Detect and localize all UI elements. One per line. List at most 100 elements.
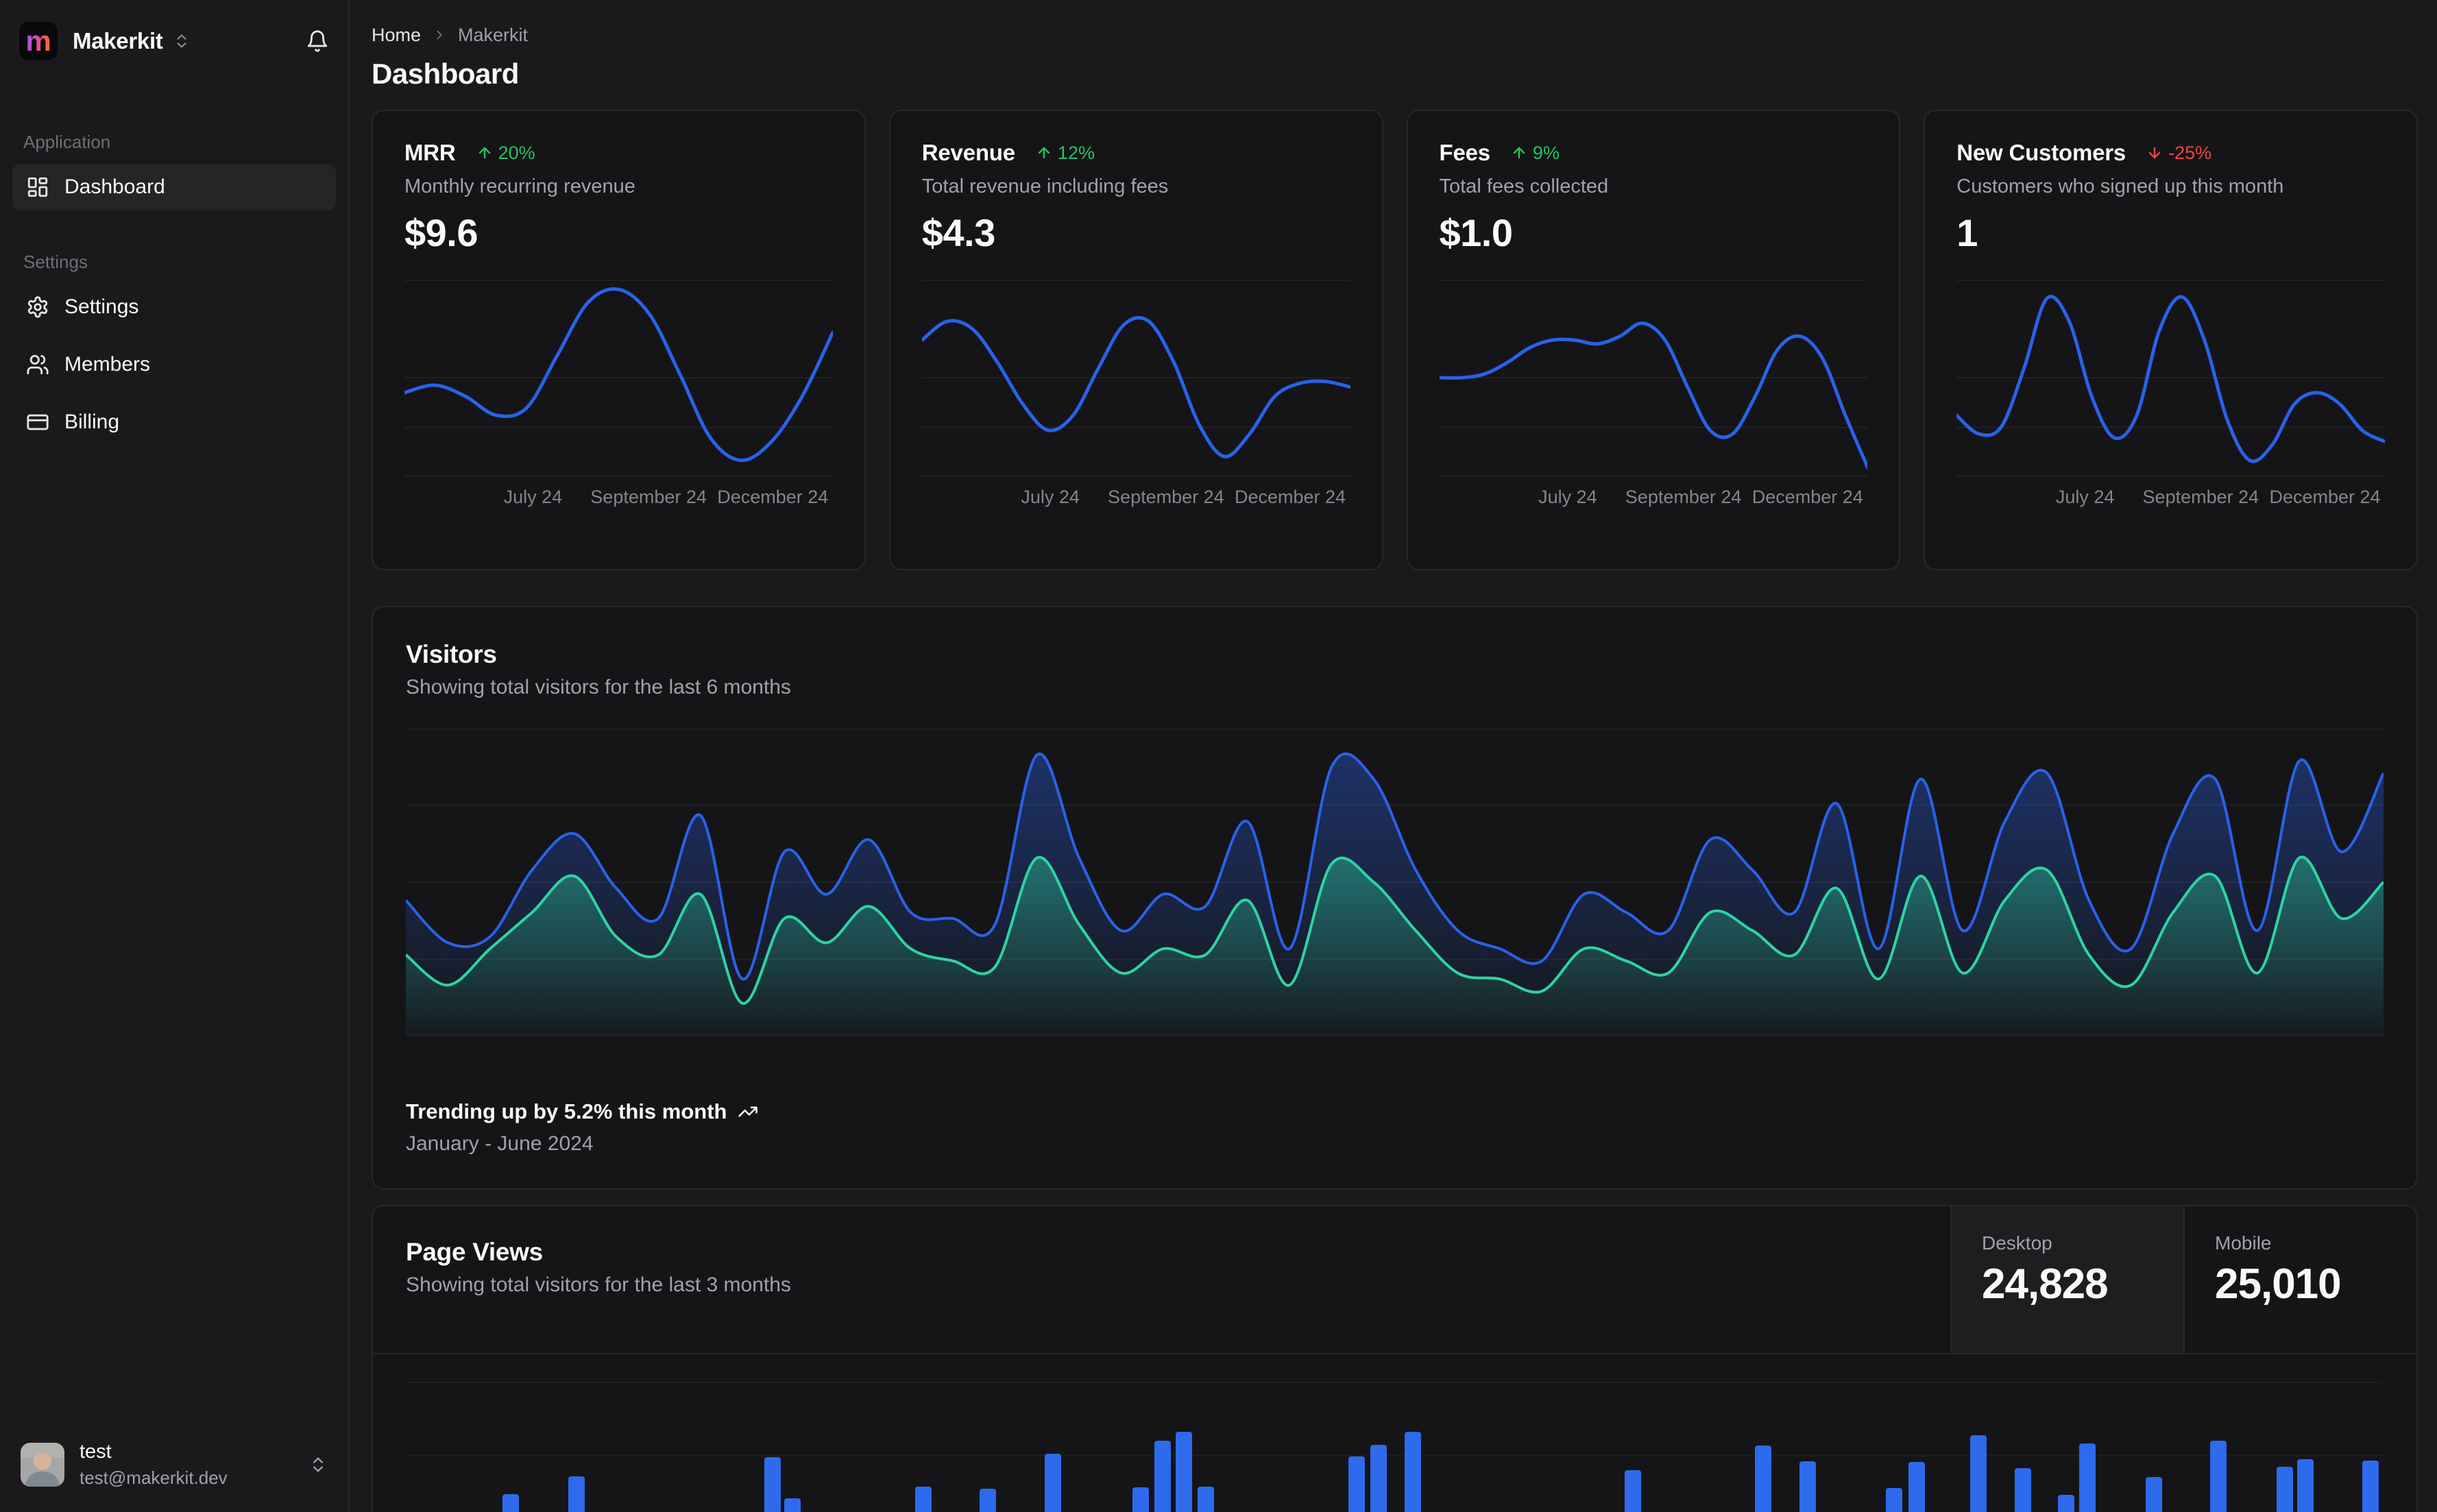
bar: [2210, 1441, 2227, 1512]
toggle-mobile[interactable]: Mobile 25,010: [2183, 1206, 2416, 1353]
trend-badge: 9%: [1511, 143, 1560, 164]
visitors-trend: Trending up by 5.2% this month: [406, 1099, 2384, 1124]
bar: [764, 1457, 781, 1512]
stat-description: Total revenue including fees: [921, 175, 1169, 197]
logo-letter: m: [25, 25, 51, 57]
stat-card-new-customers: New Customers -25% Customers who signed …: [1924, 110, 2418, 570]
visitors-period: January - June 2024: [406, 1132, 594, 1155]
new-customers-sparkline-chart: [1956, 279, 2385, 477]
stat-title: New Customers: [1956, 140, 2126, 165]
revenue-sparkline-chart: [921, 279, 1350, 477]
bar: [2058, 1495, 2074, 1512]
bar: [1154, 1441, 1171, 1512]
mrr-sparkline-chart: [404, 279, 833, 477]
visitors-area-chart: [406, 729, 2384, 1036]
gear-icon: [27, 296, 48, 318]
page-title: Dashboard: [372, 58, 519, 90]
x-axis-labels: July 24 September 24 December 24: [1021, 487, 1346, 507]
sidebar-item-settings[interactable]: Settings: [12, 284, 336, 330]
breadcrumb-current: Makerkit: [458, 24, 529, 45]
page-views-bar-chart: [407, 1354, 2382, 1512]
user-menu-trigger[interactable]: test test@makerkit.dev: [12, 1434, 336, 1496]
stat-value: 1: [1956, 211, 1978, 254]
page-views-header: Page Views Showing total visitors for th…: [373, 1206, 2416, 1354]
stat-cards-row: MRR 20% Monthly recurring revenue $9.6 J…: [372, 110, 2418, 570]
breadcrumb: Home Makerkit: [372, 23, 2418, 47]
sidebar: m Makerkit Application Dashboard Setting…: [0, 0, 350, 1512]
stat-description: Customers who signed up this month: [1956, 175, 2284, 197]
chevrons-up-down-icon: [308, 1455, 328, 1474]
stat-card-revenue: Revenue 12% Total revenue including fees…: [888, 110, 1383, 570]
stat-value: $4.3: [921, 211, 995, 254]
avatar: [21, 1443, 64, 1487]
stat-title: Revenue: [921, 140, 1015, 165]
bar: [1886, 1488, 1902, 1512]
visitors-card: Visitors Showing total visitors for the …: [372, 606, 2418, 1190]
bar: [1198, 1487, 1214, 1512]
bar: [1755, 1446, 1771, 1512]
toggle-value: 24,828: [1982, 1260, 2109, 1308]
toggle-desktop[interactable]: Desktop 24,828: [1950, 1206, 2183, 1353]
bar: [2146, 1477, 2162, 1512]
nav-group-settings: Settings: [23, 252, 88, 272]
trending-up-icon: [738, 1106, 758, 1117]
arrow-up-icon: [1038, 147, 1050, 159]
bar: [980, 1489, 996, 1512]
sidebar-item-members[interactable]: Members: [12, 341, 336, 388]
sidebar-item-billing[interactable]: Billing: [12, 399, 336, 446]
credit-card-icon: [27, 414, 49, 430]
visitors-title: Visitors: [406, 640, 497, 668]
breadcrumb-home-link[interactable]: Home: [372, 25, 421, 46]
page-views-subtitle: Showing total visitors for the last 3 mo…: [406, 1273, 791, 1296]
bar: [915, 1487, 932, 1512]
page-views-title: Page Views: [406, 1238, 543, 1266]
nav-group-application: Application: [23, 132, 111, 152]
bell-icon[interactable]: [306, 29, 329, 53]
trend-badge: 20%: [476, 143, 535, 164]
main-content: Home Makerkit Dashboard MRR 20% Monthly …: [350, 0, 2437, 1512]
arrow-down-icon: [2148, 147, 2161, 159]
bar: [1908, 1462, 1925, 1512]
fees-sparkline-chart: [1439, 279, 1868, 477]
sidebar-item-label: Billing: [64, 411, 120, 433]
toggle-label: Desktop: [1982, 1232, 2052, 1254]
x-axis-labels: July 24 September 24 December 24: [2055, 487, 2381, 507]
stat-description: Total fees collected: [1439, 175, 1609, 197]
user-name: test: [80, 1441, 112, 1463]
bar: [1625, 1470, 1641, 1512]
workspace-selector[interactable]: m Makerkit: [12, 16, 336, 66]
trend-badge: -25%: [2146, 143, 2211, 164]
makerkit-logo: m: [19, 22, 58, 60]
bar: [1970, 1435, 1987, 1512]
page-views-card: Page Views Showing total visitors for th…: [372, 1205, 2418, 1512]
trend-badge: 12%: [1036, 143, 1095, 164]
stat-value: $1.0: [1439, 211, 1513, 254]
stat-title: Fees: [1439, 140, 1491, 165]
sidebar-item-dashboard[interactable]: Dashboard: [12, 164, 336, 210]
stat-description: Monthly recurring revenue: [404, 175, 635, 197]
toggle-label: Mobile: [2215, 1232, 2272, 1254]
sidebar-item-label: Dashboard: [64, 175, 165, 198]
stat-card-mrr: MRR 20% Monthly recurring revenue $9.6 J…: [372, 110, 866, 570]
bar: [1799, 1461, 1816, 1512]
visitors-subtitle: Showing total visitors for the last 6 mo…: [406, 676, 791, 698]
bar: [1045, 1454, 1061, 1512]
bar: [1132, 1487, 1149, 1512]
chevrons-up-down-icon[interactable]: [173, 32, 191, 50]
bar: [2277, 1467, 2293, 1512]
bar: [568, 1476, 585, 1512]
bar: [502, 1494, 519, 1512]
stat-value: $9.6: [404, 211, 478, 254]
bar: [2362, 1461, 2379, 1512]
stat-title: MRR: [404, 140, 456, 165]
sidebar-item-label: Members: [64, 353, 151, 376]
bar: [784, 1498, 801, 1512]
bar: [2297, 1459, 2314, 1512]
stat-card-fees: Fees 9% Total fees collected $1.0 July 2…: [1406, 110, 1901, 570]
brand-name: Makerkit: [73, 28, 163, 53]
x-axis-labels: July 24 September 24 December 24: [503, 487, 829, 507]
bar: [1176, 1432, 1192, 1512]
arrow-up-icon: [478, 147, 490, 159]
toggle-value: 25,010: [2215, 1260, 2342, 1308]
users-icon: [27, 354, 49, 375]
